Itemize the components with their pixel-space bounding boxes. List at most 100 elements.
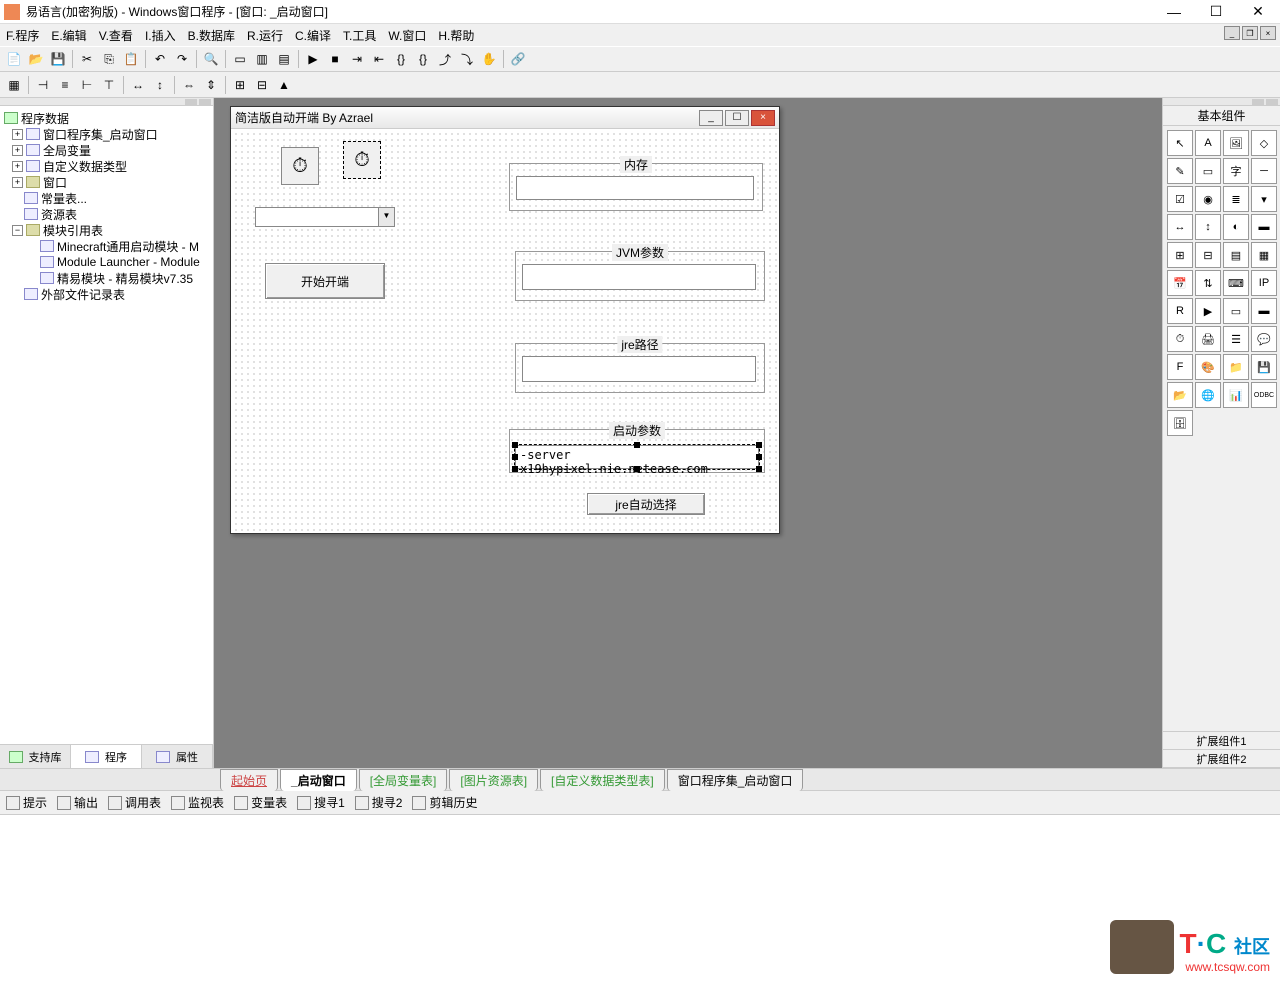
menu-insert[interactable]: I.插入 xyxy=(145,27,176,44)
status-tool-icon[interactable]: ▬ xyxy=(1251,298,1277,324)
menu-edit[interactable]: E.编辑 xyxy=(51,27,86,44)
tree-toggle-icon[interactable]: + xyxy=(12,145,23,156)
palette-ext2[interactable]: 扩展组件2 xyxy=(1163,750,1280,768)
jvm-input[interactable] xyxy=(522,264,756,290)
form-minimize-button[interactable]: _ xyxy=(699,110,723,126)
menu-help[interactable]: H.帮助 xyxy=(438,27,474,44)
tab-global-vars[interactable]: [全局变量表] xyxy=(359,769,448,791)
palette-ext1[interactable]: 扩展组件1 xyxy=(1163,732,1280,750)
line-tool-icon[interactable]: ─ xyxy=(1251,158,1277,184)
redo-icon[interactable]: ↷ xyxy=(172,49,192,69)
cut-icon[interactable]: ✂ xyxy=(77,49,97,69)
resize-handle[interactable] xyxy=(756,442,762,448)
jvm-groupbox[interactable]: JVM参数 xyxy=(515,251,765,301)
tab-support-lib[interactable]: 支持库 xyxy=(0,745,71,768)
tab-custom-types[interactable]: [自定义数据类型表] xyxy=(540,769,665,791)
menu-compile[interactable]: C.编译 xyxy=(295,27,331,44)
paste-icon[interactable]: 📋 xyxy=(121,49,141,69)
menu-program[interactable]: F.程序 xyxy=(6,27,39,44)
bring-front-icon[interactable]: ▲ xyxy=(274,75,294,95)
tree-item-custom[interactable]: 自定义数据类型 xyxy=(43,158,127,175)
link-icon[interactable]: 🔗 xyxy=(508,49,528,69)
combobox-tool-icon[interactable]: ▾ xyxy=(1251,186,1277,212)
menu-tool-icon[interactable]: ☰ xyxy=(1223,326,1249,352)
align-center-icon[interactable]: ≡ xyxy=(55,75,75,95)
menu-run[interactable]: R.运行 xyxy=(247,27,283,44)
output-area[interactable]: T·C 社区 www.tcsqw.com xyxy=(0,814,1280,984)
file-tool-icon[interactable]: 📁 xyxy=(1223,354,1249,380)
checkbox-tool-icon[interactable]: ☑ xyxy=(1167,186,1193,212)
chart-tool-icon[interactable]: 📊 xyxy=(1223,382,1249,408)
save-tool-icon[interactable]: 💾 xyxy=(1251,354,1277,380)
tab-winset[interactable]: 窗口程序集_启动窗口 xyxy=(667,769,804,791)
save-icon[interactable]: 💾 xyxy=(48,49,68,69)
tab-program[interactable]: 程序 xyxy=(71,745,142,768)
resize-handle[interactable] xyxy=(512,442,518,448)
pointer-tool-icon[interactable]: ↖ xyxy=(1167,130,1193,156)
align-left-icon[interactable]: ⊣ xyxy=(33,75,53,95)
tree-item-global[interactable]: 全局变量 xyxy=(43,142,91,159)
resize-handle[interactable] xyxy=(756,466,762,472)
open-icon[interactable]: 📂 xyxy=(26,49,46,69)
find-icon[interactable]: 🔍 xyxy=(201,49,221,69)
form-maximize-button[interactable]: ☐ xyxy=(725,110,749,126)
dialog-tool-icon[interactable]: 💬 xyxy=(1251,326,1277,352)
grid-icon[interactable]: ▦ xyxy=(4,75,24,95)
start-button[interactable]: 开始开端 xyxy=(265,263,385,299)
mdi-close-button[interactable]: × xyxy=(1260,26,1276,40)
tab-properties[interactable]: 属性 xyxy=(142,745,213,768)
tab-output[interactable]: 输出 xyxy=(57,794,98,811)
tree-item-ext[interactable]: 外部文件记录表 xyxy=(41,286,125,303)
form-designer[interactable]: 简洁版自动开端 By Azrael _ ☐ × ⏱ ⏱ ▼ 开始开端 xyxy=(230,106,780,534)
resize-handle[interactable] xyxy=(512,454,518,460)
panel-close-icon[interactable] xyxy=(199,99,211,105)
menu-view[interactable]: V.查看 xyxy=(99,27,133,44)
tab-search1[interactable]: 搜寻1 xyxy=(297,794,345,811)
menu-tools[interactable]: T.工具 xyxy=(343,27,376,44)
minimize-button[interactable]: — xyxy=(1162,0,1186,24)
vspace-icon[interactable]: ⇕ xyxy=(201,75,221,95)
mdi-restore-button[interactable]: ❐ xyxy=(1242,26,1258,40)
tree-toggle-icon[interactable]: + xyxy=(12,177,23,188)
tree-module-jingyi[interactable]: 精易模块 - 精易模块v7.35 xyxy=(57,270,193,287)
memory-groupbox[interactable]: 内存 xyxy=(509,163,763,211)
odbc-tool-icon[interactable]: ODBC xyxy=(1251,382,1277,408)
listbox-tool-icon[interactable]: ≣ xyxy=(1223,186,1249,212)
align-right-icon[interactable]: ⊢ xyxy=(77,75,97,95)
combobox-control[interactable]: ▼ xyxy=(255,207,395,227)
new-icon[interactable]: 📄 xyxy=(4,49,24,69)
designer-area[interactable]: 简洁版自动开端 By Azrael _ ☐ × ⏱ ⏱ ▼ 开始开端 xyxy=(214,98,1162,768)
chevron-down-icon[interactable]: ▼ xyxy=(378,208,394,226)
hspace-icon[interactable]: ⇔ xyxy=(179,75,199,95)
tree-item-res[interactable]: 资源表 xyxy=(41,206,77,223)
hotkey-tool-icon[interactable]: ⌨ xyxy=(1223,270,1249,296)
jre-groupbox[interactable]: jre路径 xyxy=(515,343,765,393)
resize-handle[interactable] xyxy=(756,454,762,460)
tree-item-const[interactable]: 常量表... xyxy=(41,190,87,207)
grid-tool-icon[interactable]: ▦ xyxy=(1251,242,1277,268)
tab-tool-icon[interactable]: ⊞ xyxy=(1167,242,1193,268)
tree-item-window[interactable]: 窗口 xyxy=(43,174,67,191)
undo-icon[interactable]: ↶ xyxy=(150,49,170,69)
timer2-control[interactable]: ⏱ xyxy=(343,141,381,179)
step2-icon[interactable]: ⇤ xyxy=(369,49,389,69)
animate-tool-icon[interactable]: ▶ xyxy=(1195,298,1221,324)
tab-search2[interactable]: 搜寻2 xyxy=(355,794,403,811)
radio-tool-icon[interactable]: ◉ xyxy=(1195,186,1221,212)
tree-module-launcher[interactable]: Module Launcher - Module xyxy=(57,255,200,269)
browse-tool-icon[interactable]: 📂 xyxy=(1167,382,1193,408)
layout3-icon[interactable]: ▤ xyxy=(274,49,294,69)
tab-calltable[interactable]: 调用表 xyxy=(108,794,161,811)
toolbar-tool-icon[interactable]: ▭ xyxy=(1223,298,1249,324)
hand-icon[interactable]: ✋ xyxy=(479,49,499,69)
project-tree[interactable]: 程序数据 +窗口程序集_启动窗口 +全局变量 +自定义数据类型 +窗口 常量表.… xyxy=(0,106,213,744)
tree-toggle-icon[interactable]: + xyxy=(12,161,23,172)
tab-watch[interactable]: 监视表 xyxy=(171,794,224,811)
font-tool-icon[interactable]: F xyxy=(1167,354,1193,380)
tree-item-winset[interactable]: 窗口程序集_启动窗口 xyxy=(43,126,158,143)
listview-tool-icon[interactable]: ▤ xyxy=(1223,242,1249,268)
panel-pin-icon[interactable] xyxy=(1252,99,1264,105)
jre-auto-button[interactable]: jre自动选择 xyxy=(587,493,705,515)
step6-icon[interactable]: ⤵ xyxy=(457,49,477,69)
menu-window[interactable]: W.窗口 xyxy=(388,27,426,44)
